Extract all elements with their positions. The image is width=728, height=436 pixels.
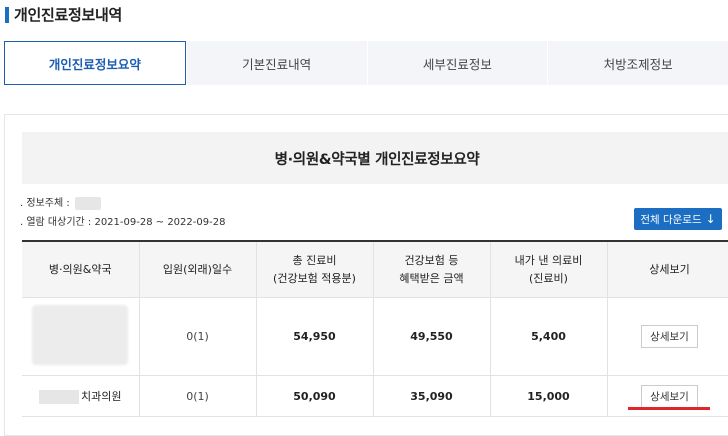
download-label: 전체 다운로드 [640,213,702,226]
institution-name-redacted [39,390,79,404]
total-cost-cell: 50,090 [255,375,374,417]
days-cell: 0(1) [138,297,257,376]
highlight-underline [628,407,710,410]
summary-table: 병·의원&약국 입원(외래)일수 총 진료비 (건강보험 적용분) 건강보험 등혜… [22,240,728,417]
subject-line: . 정보주체 : [20,194,101,210]
detail-cell: 상세보기 [606,375,728,417]
benefit-cell: 49,550 [372,297,491,376]
header-detail: 상세보기 [606,240,728,298]
subject-name-redacted [74,196,101,210]
detail-cell: 상세보기 [606,297,728,376]
benefit-cell: 35,090 [372,375,491,417]
table-header-row: 병·의원&약국 입원(외래)일수 총 진료비 (건강보험 적용분) 건강보험 등혜… [22,240,728,298]
tab-bar: 개인진료정보요약 기본진료내역 세부진료정보 처방조제정보 [4,41,728,85]
days-cell: 0(1) [138,375,257,417]
header-benefit: 건강보험 등 혜택받은 금액 [372,240,491,298]
arrow-down-icon: ↓ [705,212,716,226]
tab-prescription-info[interactable]: 처방조제정보 [547,41,728,85]
institution-cell [22,297,140,376]
detail-button[interactable]: 상세보기 [641,325,698,348]
total-cost-cell: 54,950 [255,297,374,376]
period-line: . 열람 대상기간 : 2021-09-28 ~ 2022-09-28 [20,213,225,228]
paid-cell: 5,400 [489,297,608,376]
summary-header: 병·의원&약국별 개인진료정보요약 [22,132,728,184]
header-total-cost: 총 진료비 (건강보험 적용분) [255,240,374,298]
header-institution: 병·의원&약국 [22,240,140,298]
summary-title: 병·의원&약국별 개인진료정보요약 [274,151,480,168]
tab-basic-records[interactable]: 기본진료내역 [185,41,367,85]
institution-name: 치과의원 [81,390,122,403]
table-row: 치과의원 0(1) 50,090 35,090 15,000 상세보기 [22,375,728,417]
download-all-button[interactable]: 전체 다운로드 ↓ [634,208,722,230]
header-days: 입원(외래)일수 [138,240,257,298]
table-row: 0(1) 54,950 49,550 5,400 상세보기 [22,297,728,376]
subject-label: . 정보주체 : [20,198,70,209]
page-title: 개인진료정보내역 [14,6,123,24]
institution-cell: 치과의원 [22,375,140,417]
paid-cell: 15,000 [489,375,608,417]
institution-name-redacted [32,305,129,365]
detail-button[interactable]: 상세보기 [641,384,698,408]
period-label: . 열람 대상기간 : 2021-09-28 ~ 2022-09-28 [20,217,226,228]
tab-detail-info[interactable]: 세부진료정보 [366,41,548,85]
tab-personal-summary[interactable]: 개인진료정보요약 [4,41,186,85]
header-paid: 내가 낸 의료비 (진료비) [489,240,608,298]
title-accent-bar [5,7,9,23]
